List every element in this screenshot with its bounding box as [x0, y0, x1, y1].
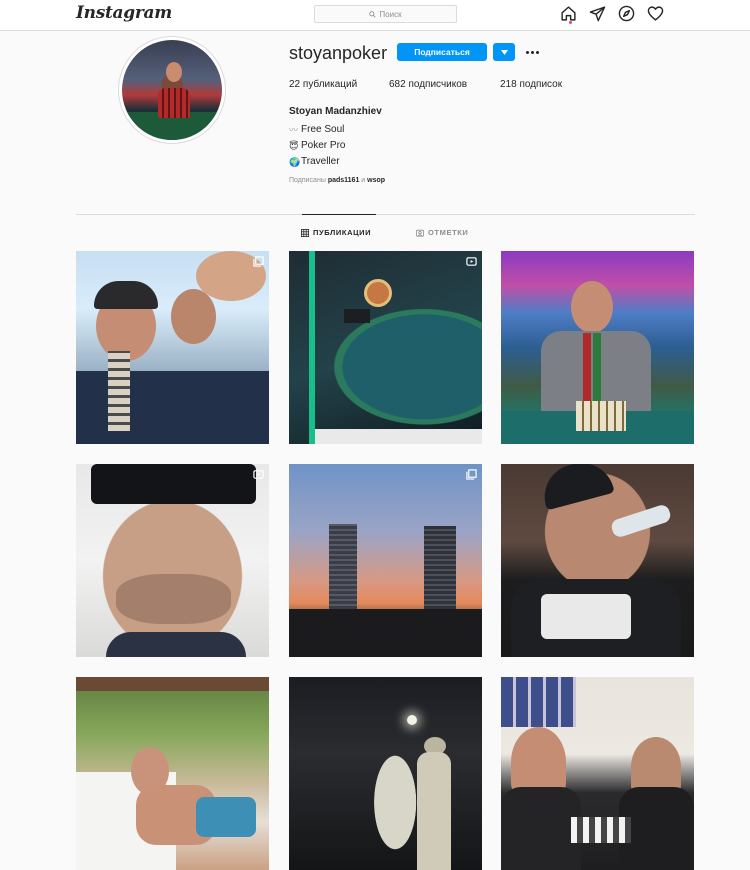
avatar-shirt-shape — [158, 88, 190, 118]
photo-sunglasses-shape — [91, 464, 256, 504]
search-icon — [369, 10, 377, 18]
wave-icon: 〰 — [289, 125, 299, 135]
instagram-logo[interactable]: Instagram — [76, 3, 172, 23]
tab-tagged-label: ОТМЕТКИ — [428, 228, 469, 237]
photo-roof-shape — [76, 677, 269, 691]
profile-full-name: Stoyan Madanzhiev — [289, 106, 382, 117]
tab-posts[interactable]: ПУБЛИКАЦИИ — [301, 228, 371, 237]
globe-icon: 🌍 — [289, 157, 301, 167]
photo-posters-shape — [501, 677, 576, 727]
photo-tabbar-shape — [315, 429, 482, 444]
photo-avatar-shape — [364, 279, 392, 307]
followed-by-joiner: и — [361, 177, 366, 184]
grid-icon — [301, 228, 309, 237]
bio-text: Traveller — [301, 156, 340, 167]
bio-line: 🌍 Traveller — [289, 154, 345, 170]
profile-username: stoyanpoker — [289, 43, 388, 63]
photo-shirt-shape — [106, 632, 246, 657]
tabs-divider — [76, 214, 695, 215]
post-tile[interactable] — [501, 677, 694, 870]
bio-text: Poker Pro — [301, 140, 346, 151]
smile-halo-icon: 😇 — [289, 141, 299, 151]
posts-count: 22 публикаций — [289, 79, 358, 90]
nav-icons — [560, 5, 664, 22]
search-placeholder: Поиск — [379, 9, 402, 19]
profile-stats: 22 публикаций 682 подписчиков 218 подпис… — [289, 79, 562, 90]
photo-face-shape — [171, 289, 216, 344]
active-tab-indicator — [302, 214, 376, 215]
photo-shorts-shape — [196, 797, 256, 837]
tagged-photo-icon — [416, 229, 424, 237]
tab-tagged[interactable]: ОТМЕТКИ — [416, 228, 468, 237]
carousel-icon — [466, 469, 477, 480]
search-input[interactable]: Поиск — [314, 5, 457, 23]
dot-icon — [525, 50, 529, 54]
followers-count[interactable]: 682 подписчиков — [389, 79, 500, 90]
bio-text: Free Soul — [301, 124, 345, 135]
more-options-button[interactable] — [523, 44, 541, 60]
tab-posts-label: ПУБЛИКАЦИИ — [313, 228, 372, 237]
post-tile[interactable] — [501, 464, 694, 657]
photo-chips-shape — [576, 401, 626, 431]
following-count[interactable]: 218 подписок — [500, 79, 562, 90]
followed-by[interactable]: Подписаны pads1161 и wsop — [289, 177, 385, 184]
photo-cap-shape — [537, 464, 615, 511]
avatar-face-shape — [166, 62, 182, 82]
post-tile[interactable] — [76, 464, 269, 657]
home-icon[interactable] — [560, 5, 577, 22]
followed-by-user: pads1161 — [327, 177, 360, 184]
post-tile[interactable] — [289, 464, 482, 657]
carousel-icon — [253, 256, 264, 267]
post-tile[interactable] — [501, 251, 694, 444]
post-tile[interactable] — [76, 677, 269, 870]
follow-button[interactable]: Подписаться — [397, 43, 487, 61]
photo-person-shape — [501, 787, 581, 870]
followed-by-prefix: Подписаны — [289, 177, 326, 184]
photo-beard-shape — [116, 574, 231, 624]
photo-jacket-shape — [76, 371, 269, 444]
photo-hat-shape — [94, 281, 158, 309]
photo-logo-shape — [541, 594, 631, 639]
profile-bio: 〰 Free Soul 😇 Poker Pro 🌍 Traveller — [289, 122, 345, 170]
bio-line: 〰 Free Soul — [289, 122, 345, 138]
video-icon — [253, 470, 264, 479]
notification-dot — [569, 21, 572, 24]
photo-face-shape — [571, 281, 613, 333]
followed-by-user: wsop — [367, 177, 386, 184]
photo-bottle-shape — [609, 503, 673, 539]
photo-statue-body-shape — [417, 752, 451, 870]
post-tile[interactable] — [289, 251, 482, 444]
photo-label-shape — [344, 309, 370, 323]
photo-moon-shape — [407, 715, 417, 725]
dot-icon — [535, 50, 539, 54]
suggestions-dropdown-button[interactable] — [493, 43, 515, 61]
avatar[interactable] — [122, 40, 222, 140]
top-navigation: Instagram Поиск — [0, 0, 750, 31]
post-tile[interactable] — [289, 677, 482, 870]
photo-chessboard-shape — [571, 817, 631, 843]
activity-heart-icon[interactable] — [647, 5, 664, 22]
dot-icon — [530, 50, 534, 54]
photo-ground-shape — [289, 609, 482, 657]
explore-icon[interactable] — [618, 5, 635, 22]
post-tile[interactable] — [76, 251, 269, 444]
photo-border-shape — [309, 251, 315, 444]
video-icon — [466, 257, 477, 266]
photo-scarf-shape — [108, 351, 130, 431]
direct-icon[interactable] — [589, 5, 606, 22]
bio-line: 😇 Poker Pro — [289, 138, 345, 154]
chevron-down-icon — [500, 49, 508, 55]
